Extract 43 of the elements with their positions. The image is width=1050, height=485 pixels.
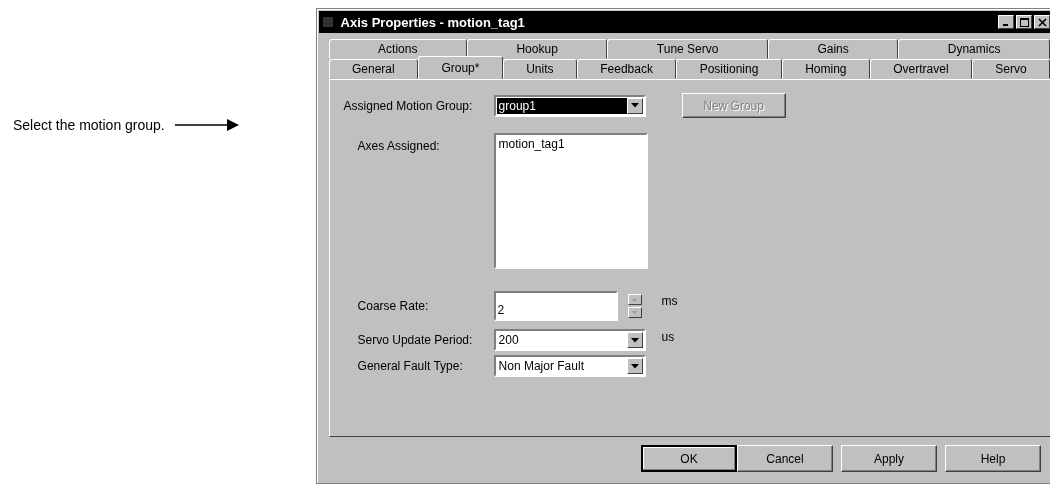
maximize-button[interactable] [1016,15,1032,29]
spin-down-button[interactable] [627,307,642,318]
tab[interactable]: Homing [781,59,870,79]
app-icon [322,17,333,27]
dialog-button[interactable]: Apply [841,445,937,472]
unit-label: ms [661,294,678,308]
unit-label: us [661,330,675,344]
up-arrow-icon [632,298,638,301]
close-icon [1037,17,1047,27]
tab[interactable]: Servo [971,59,1050,79]
minimize-button[interactable] [998,15,1014,29]
down-arrow-icon [632,311,638,314]
field-label: General Fault Type: [356,359,464,373]
spin-up-button[interactable] [627,294,642,305]
tab[interactable]: Positioning [676,59,782,79]
annotation-text: Select the motion group. [13,117,165,133]
window-title: Axis Properties - motion_tag1 [340,14,526,30]
field-label: Assigned Motion Group: [342,98,474,113]
dialog-button[interactable]: OK [641,445,737,472]
arrow-icon [174,119,239,131]
tab[interactable]: Gains [767,39,899,59]
fault-type-dropdown[interactable]: Non Major Fault [493,355,646,377]
coarse-rate-field[interactable]: 2 [493,291,618,321]
tab[interactable]: Feedback [576,59,677,79]
close-button[interactable] [1034,15,1050,29]
maximize-icon [1019,17,1029,27]
field-label: Axes Assigned: [356,139,441,153]
tab[interactable]: Dynamics [898,39,1050,59]
field-label: Coarse Rate: [356,299,430,313]
field-label: Servo Update Period: [356,333,474,347]
dialog-button[interactable]: Cancel [737,445,833,472]
dialog-button[interactable]: Help [945,445,1041,472]
tab[interactable]: Hookup [466,39,608,59]
tab[interactable]: Actions [328,39,467,59]
tab[interactable]: Overtravel [869,59,972,79]
tab[interactable]: General [328,59,419,79]
tab[interactable]: Tune Servo [607,39,768,59]
motion-group-dropdown[interactable]: group1 [493,94,646,117]
tab[interactable]: Units [502,59,577,79]
list-item[interactable]: motion_tag1 [498,137,643,151]
tab[interactable]: Group* [418,56,503,79]
servo-period-dropdown[interactable]: 200 [493,329,646,351]
axes-list[interactable]: motion_tag1 [493,133,648,269]
